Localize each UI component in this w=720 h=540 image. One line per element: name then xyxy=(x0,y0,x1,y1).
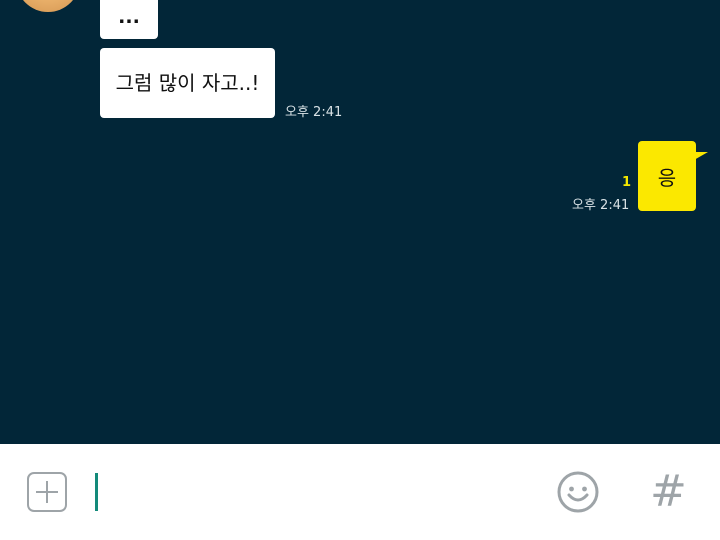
hashtag-button[interactable]: # xyxy=(650,466,687,518)
message-time: 오후 2:41 xyxy=(572,198,630,213)
message-bubble-other[interactable]: ... xyxy=(100,0,158,39)
emoji-button[interactable] xyxy=(556,470,600,514)
message-bubble-me[interactable]: 응 xyxy=(638,141,696,211)
message-time: 오후 2:41 xyxy=(285,105,343,120)
message-text: 응 xyxy=(657,165,677,190)
attach-plus-button[interactable] xyxy=(27,472,67,512)
chat-area[interactable]: ... 그럼 많이 자고..! 오후 2:41 1 오후 2:41 응 xyxy=(0,0,720,444)
unread-count: 1 xyxy=(622,175,632,190)
emoticon-icon xyxy=(557,471,599,513)
message-text: ... xyxy=(118,6,140,28)
message-bubble-other[interactable]: 그럼 많이 자고..! xyxy=(100,48,275,118)
hash-icon: # xyxy=(650,466,687,517)
avatar[interactable] xyxy=(16,0,80,12)
message-text: 그럼 많이 자고..! xyxy=(115,71,260,95)
plus-icon-stroke xyxy=(46,481,48,503)
message-input[interactable] xyxy=(100,470,534,516)
text-cursor xyxy=(95,473,98,511)
bubble-tail xyxy=(694,152,708,160)
